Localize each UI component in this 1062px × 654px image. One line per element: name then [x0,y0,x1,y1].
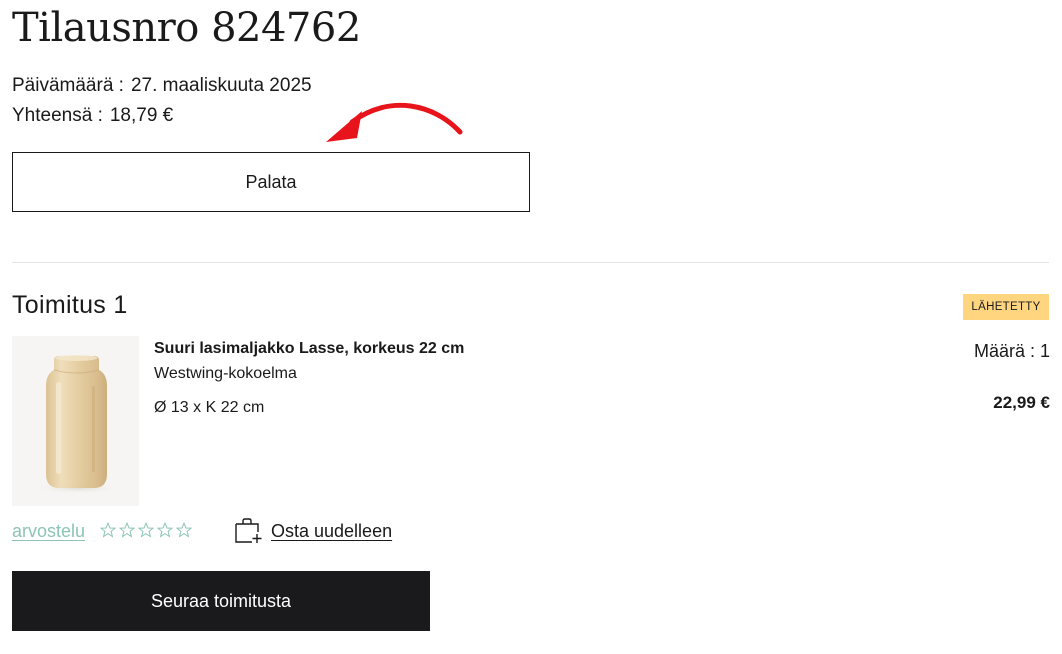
curved-arrow-icon [326,102,463,142]
track-delivery-button-label: Seuraa toimitusta [150,590,292,611]
return-button[interactable]: Palata [12,152,530,212]
quantity-value: 1 [1039,341,1050,361]
delivery-title: Toimitus 1 [12,291,128,319]
page-title: Tilausnro 824762 [12,5,361,51]
order-total: Yhteensä : 18,79 € [12,104,173,128]
order-date-label: Päivämäärä : [12,75,124,96]
quantity-label: Määrä : [973,341,1035,361]
product-name[interactable]: Suuri lasimaljakko Lasse, korkeus 22 cm [154,338,464,360]
glass-vase-image [34,355,122,494]
order-detail-page: Tilausnro 824762 Päivämäärä : 27. maalisk… [0,0,1062,654]
product-quantity: Määrä :1 [974,340,1050,362]
star-outline-icon[interactable] [138,522,154,538]
product-image[interactable] [12,336,139,506]
star-outline-icon[interactable] [100,522,116,538]
review-link[interactable]: arvostelu [12,519,85,543]
order-total-value: 18,79 € [109,105,174,126]
product-collection: Westwing-kokoelma [154,365,297,382]
star-rating[interactable] [100,522,192,538]
bag-plus-icon[interactable] [234,518,262,544]
star-outline-icon[interactable] [176,522,192,538]
status-badge: LÄHETETTY [963,294,1049,320]
return-button-label: Palata [245,171,297,192]
order-total-label: Yhteensä : [12,105,103,126]
order-date-value: 27. maaliskuuta 2025 [130,75,312,96]
star-outline-icon[interactable] [157,522,173,538]
product-dimensions: Ø 13 x K 22 cm [154,399,265,416]
track-delivery-button[interactable]: Seuraa toimitusta [12,571,430,631]
rebuy-link[interactable]: Osta uudelleen [271,519,392,543]
section-divider [12,262,1049,263]
order-date: Päivämäärä : 27. maaliskuuta 2025 [12,74,312,98]
star-outline-icon[interactable] [119,522,135,538]
product-price: 22,99 € [993,393,1050,412]
